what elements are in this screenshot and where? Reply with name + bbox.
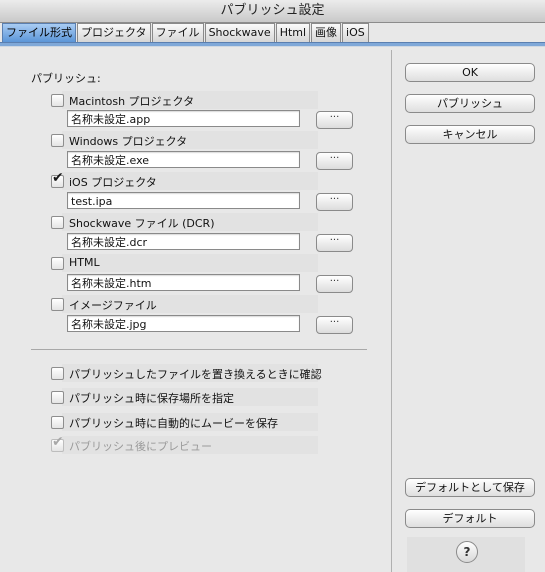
tab-shockwave[interactable]: Shockwave	[204, 23, 275, 42]
windows-projector-label: Windows プロジェクタ	[69, 135, 188, 148]
macintosh-filename-field[interactable]: 名称未設定.app	[67, 110, 300, 127]
windows-filename-field[interactable]: 名称未設定.exe	[67, 151, 300, 168]
confirm-replace-label: パブリッシュしたファイルを置き換えるときに確認	[69, 368, 322, 381]
image-file-checkbox[interactable]	[51, 298, 64, 311]
windows-projector-checkbox[interactable]	[51, 134, 64, 147]
macintosh-projector-checkbox[interactable]	[51, 94, 64, 107]
choose-location-label: パブリッシュ時に保存場所を指定	[69, 392, 234, 405]
choose-location-checkbox[interactable]	[51, 391, 64, 404]
help-button[interactable]: ?	[456, 541, 478, 563]
row-highlight	[62, 254, 318, 272]
tab-underline-shadow	[0, 46, 545, 47]
html-label: HTML	[69, 256, 100, 269]
macintosh-projector-label: Macintosh プロジェクタ	[69, 95, 195, 108]
panel-divider	[391, 50, 392, 572]
auto-save-movie-label: パブリッシュ時に自動的にムービーを保存	[69, 417, 278, 430]
shockwave-file-checkbox[interactable]	[51, 216, 64, 229]
shockwave-browse-button[interactable]: ···	[316, 234, 353, 252]
preview-after-publish-label: パブリッシュ後にプレビュー	[69, 440, 212, 453]
tab-projector[interactable]: プロジェクタ	[77, 23, 151, 42]
auto-save-movie-checkbox[interactable]	[51, 416, 64, 429]
macintosh-browse-button[interactable]: ···	[316, 111, 353, 129]
tab-file-format[interactable]: ファイル形式	[2, 23, 76, 42]
tab-image[interactable]: 画像	[311, 23, 342, 42]
image-file-label: イメージファイル	[69, 299, 157, 312]
ok-button[interactable]: OK	[405, 63, 535, 82]
publish-heading: パブリッシュ:	[31, 72, 101, 85]
window-title: パブリッシュ設定	[0, 0, 545, 23]
windows-browse-button[interactable]: ···	[316, 152, 353, 170]
cancel-button[interactable]: キャンセル	[405, 125, 535, 144]
image-browse-button[interactable]: ···	[316, 316, 353, 334]
default-button[interactable]: デフォルト	[405, 509, 535, 528]
html-checkbox[interactable]	[51, 257, 64, 270]
html-filename-field[interactable]: 名称未設定.htm	[67, 274, 300, 291]
preview-after-publish-checkbox[interactable]: ✔	[51, 435, 64, 452]
html-browse-button[interactable]: ···	[316, 275, 353, 293]
shockwave-filename-field[interactable]: 名称未設定.dcr	[67, 233, 300, 250]
ios-browse-button[interactable]: ···	[316, 193, 353, 211]
image-filename-field[interactable]: 名称未設定.jpg	[67, 315, 300, 332]
tab-bar: ファイル形式 プロジェクタ ファイル Shockwave Html 画像 iOS	[2, 23, 370, 43]
publish-button[interactable]: パブリッシュ	[405, 94, 535, 113]
confirm-replace-checkbox[interactable]	[51, 367, 64, 380]
checkmark-icon: ✔	[52, 170, 64, 186]
checkmark-icon: ✔	[52, 434, 64, 450]
ios-projector-label: iOS プロジェクタ	[69, 176, 157, 189]
shockwave-file-label: Shockwave ファイル (DCR)	[69, 217, 215, 230]
tab-html[interactable]: Html	[275, 23, 311, 42]
ios-filename-field[interactable]: test.ipa	[67, 192, 300, 209]
save-as-default-button[interactable]: デフォルトとして保存	[405, 478, 535, 497]
tab-file[interactable]: ファイル	[151, 23, 204, 42]
tab-ios[interactable]: iOS	[342, 23, 369, 42]
section-divider	[31, 349, 367, 350]
ios-projector-checkbox[interactable]: ✔	[51, 171, 64, 188]
